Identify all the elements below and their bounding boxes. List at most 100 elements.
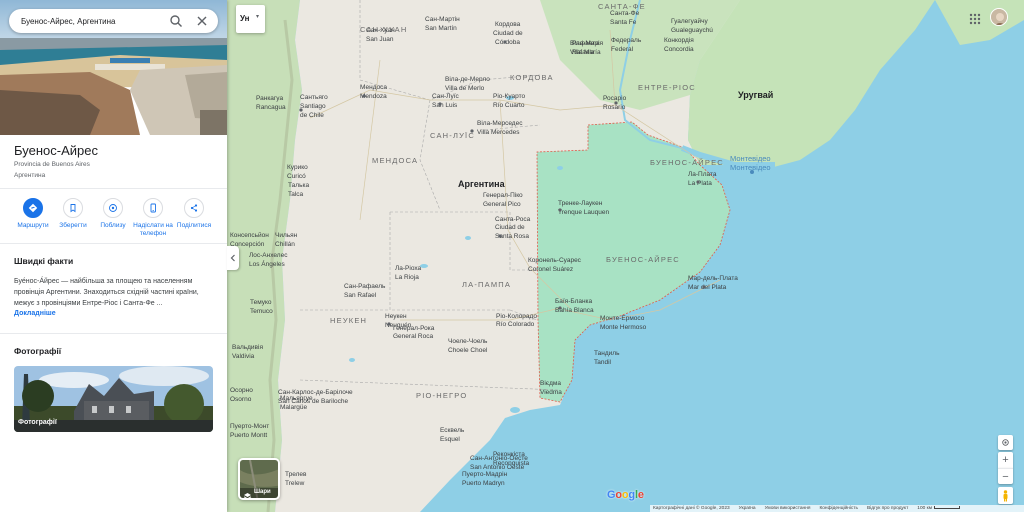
- map-label-city[interactable]: La Plata: [688, 180, 712, 187]
- map-label-city[interactable]: Сан-Мартін: [425, 15, 460, 23]
- map-label-city[interactable]: Rosario: [603, 104, 626, 111]
- map-label-city[interactable]: Мальяргуе: [280, 395, 313, 402]
- nearby-button[interactable]: Поблизу: [93, 198, 133, 230]
- map-label-city[interactable]: Конкордія: [664, 36, 694, 44]
- map-label-city[interactable]: Чильян: [275, 232, 298, 239]
- map-label-city[interactable]: Гуалегуайчу: [671, 17, 708, 25]
- map-label-city[interactable]: Баїя-Бланка: [555, 298, 593, 305]
- map-label-city[interactable]: Río Colorado: [496, 321, 535, 328]
- scale-label[interactable]: 100 км: [917, 506, 961, 511]
- map-label-city[interactable]: Monte Hermoso: [600, 324, 647, 331]
- map-label-city[interactable]: Choele Choel: [448, 347, 488, 354]
- map-label-city[interactable]: Генерал-Рока: [393, 325, 435, 332]
- map-label-city[interactable]: Curicó: [287, 173, 306, 180]
- map-label-city[interactable]: Віла-Мерседес: [477, 119, 523, 127]
- map-label-city[interactable]: Malargüe: [280, 404, 307, 411]
- map-label-city[interactable]: Villa Mercedes: [477, 129, 520, 136]
- map-label-city[interactable]: Трелев: [285, 471, 307, 478]
- map-label-city[interactable]: Сан-Рафаель: [344, 283, 386, 290]
- zoom-in-button[interactable]: +: [998, 452, 1013, 468]
- map-label-city[interactable]: Темуко: [250, 299, 272, 306]
- map-type-control[interactable]: Ун ▾: [236, 5, 265, 33]
- share-button[interactable]: Поділитися: [174, 198, 214, 230]
- collapse-panel-button[interactable]: [227, 246, 239, 270]
- map-label-city[interactable]: Росаріо: [603, 94, 627, 102]
- map-label-city[interactable]: Лос-Анхелес: [249, 252, 288, 259]
- map-label-city[interactable]: Талька: [288, 182, 309, 189]
- map-label-city[interactable]: Рафаела: [572, 40, 600, 47]
- map-label-city[interactable]: Ciudad de: [495, 224, 525, 231]
- feedback-link[interactable]: Відгук про продукт: [867, 506, 908, 511]
- map-label-city[interactable]: Concordia: [664, 46, 694, 53]
- map-label-city[interactable]: Los Ángeles: [249, 259, 286, 268]
- map-label-city[interactable]: Ciudad de: [493, 30, 523, 37]
- map-label-city[interactable]: Valdivia: [232, 353, 255, 360]
- terms-link[interactable]: Умови використання: [765, 506, 811, 511]
- map-label-city[interactable]: Ріо-Куарто: [493, 92, 526, 100]
- country-link[interactable]: Україна: [739, 506, 756, 511]
- map-label-city[interactable]: Пуерто-Мадрін: [462, 470, 508, 478]
- save-button[interactable]: Зберегти: [53, 198, 93, 230]
- map-label-city[interactable]: Генерал-Пікo: [483, 191, 523, 199]
- street-view-pegman[interactable]: [998, 487, 1013, 504]
- send-to-phone-button[interactable]: Надіслати на телефон: [133, 198, 173, 238]
- search-input[interactable]: [21, 13, 161, 29]
- map-label-city[interactable]: Санта-Роса: [495, 216, 531, 223]
- map-label-city[interactable]: Trelew: [285, 480, 305, 487]
- map-label-city[interactable]: Неукен: [385, 313, 407, 320]
- map-label-city[interactable]: Курико: [287, 164, 308, 171]
- map-label-city[interactable]: Сан-Луїс: [432, 93, 460, 100]
- map-label-city[interactable]: Rafaela: [572, 49, 595, 56]
- map-label-city[interactable]: Río Cuarto: [493, 102, 525, 109]
- map-label-city[interactable]: Mar del Plata: [688, 284, 727, 291]
- map-label-city[interactable]: Ла-Плата: [688, 171, 717, 178]
- map-label-city[interactable]: Мендоса: [360, 84, 387, 91]
- map-label-city[interactable]: General Pico: [483, 201, 521, 208]
- map-label-city[interactable]: Federal: [611, 46, 634, 53]
- map-label-city[interactable]: Чоеле-Чоель: [448, 338, 488, 345]
- map-label-city[interactable]: Федераль: [611, 37, 642, 44]
- map-label-city[interactable]: Сантьяго: [300, 94, 328, 101]
- map-label-city[interactable]: Tandil: [594, 359, 612, 366]
- map-label-city[interactable]: Puerto Montt: [230, 432, 267, 439]
- map-label-city[interactable]: Villa de Merlo: [445, 85, 485, 92]
- map-label-city[interactable]: Ранкагуа: [256, 95, 283, 102]
- map-label-city[interactable]: Мар-дель-Плата: [688, 275, 738, 282]
- map-label-city[interactable]: de Chile: [300, 112, 324, 119]
- map-label-city[interactable]: Córdoba: [495, 39, 520, 46]
- map-label-city[interactable]: Кордова: [495, 21, 521, 28]
- map-label-city[interactable]: San Juan: [366, 36, 394, 43]
- map-label-city[interactable]: General Roca: [393, 333, 433, 340]
- map-label-city[interactable]: Вієдма: [540, 379, 561, 387]
- map-label-city[interactable]: Trenque Lauquen: [558, 209, 609, 216]
- map-label-city[interactable]: Viedma: [540, 389, 562, 396]
- map-label-city[interactable]: Gualeguaychú: [671, 27, 713, 34]
- map-label-city[interactable]: Reconquista: [493, 460, 530, 467]
- apps-grid-icon[interactable]: [969, 12, 981, 25]
- map-label-city[interactable]: Пуерто-Монт: [230, 423, 269, 430]
- map-label-city[interactable]: Монте-Ермосо: [600, 315, 645, 322]
- map-label-country[interactable]: Уругвай: [738, 90, 773, 100]
- map-label-city[interactable]: Coronel Suárez: [528, 266, 573, 273]
- map-label-city[interactable]: Santiago: [300, 103, 326, 110]
- map-label-city[interactable]: Osorno: [230, 396, 252, 403]
- map-label-city[interactable]: Есквель: [440, 427, 465, 434]
- map-label-city[interactable]: Ла-Ріоха: [395, 264, 422, 272]
- map-label-city[interactable]: Реконкіста: [493, 450, 525, 458]
- map-label-city[interactable]: Корoнель-Суарес: [528, 257, 582, 264]
- map-label-city[interactable]: Вальдивія: [232, 343, 263, 351]
- map-label-city[interactable]: Temuco: [250, 308, 273, 315]
- zoom-out-button[interactable]: −: [998, 468, 1013, 484]
- map-label-city[interactable]: Chillán: [275, 241, 295, 248]
- directions-button[interactable]: Маршрути: [13, 198, 53, 230]
- avatar[interactable]: [990, 8, 1008, 26]
- map-label-city[interactable]: Віла-де-Мерло: [445, 75, 490, 83]
- more-link[interactable]: Докладніше: [14, 310, 56, 317]
- map-label-city[interactable]: San Martín: [425, 25, 457, 32]
- map-label-city[interactable]: Ріо-Колорадо: [496, 312, 537, 320]
- close-icon[interactable]: [195, 14, 209, 28]
- privacy-link[interactable]: Конфіденційність: [819, 506, 858, 511]
- map-label-city[interactable]: Тренке-Лаукен: [558, 200, 603, 207]
- map-label-city[interactable]: Rancagua: [256, 104, 286, 111]
- map-label-city[interactable]: Santa Fe: [610, 19, 637, 26]
